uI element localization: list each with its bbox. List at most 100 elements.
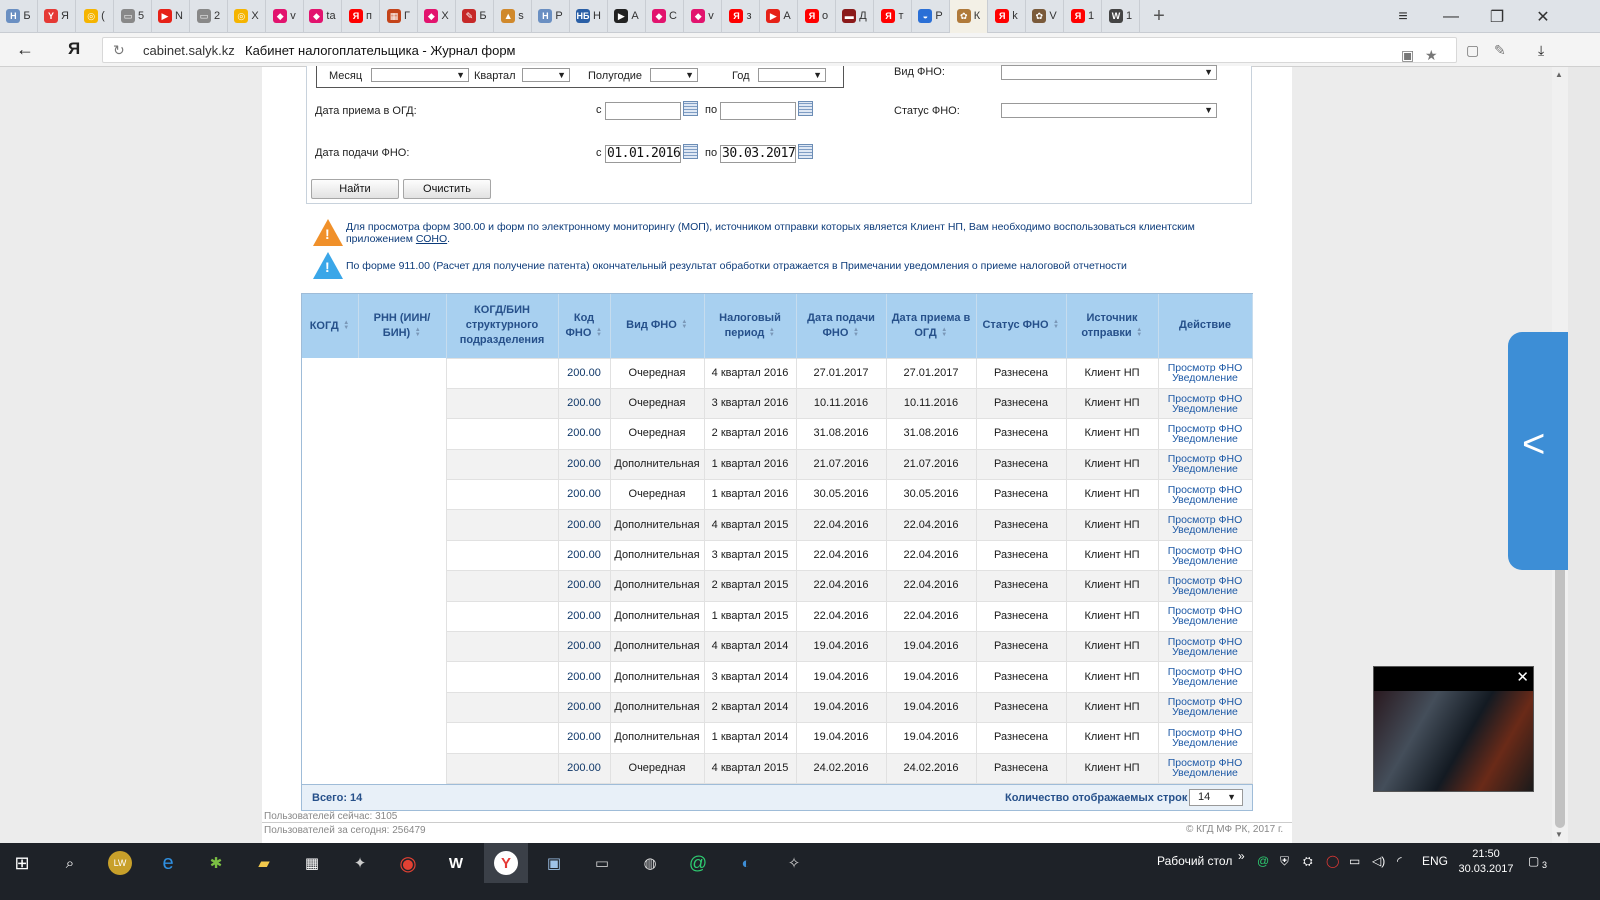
browser-tab[interactable]: ▶ А (608, 0, 646, 33)
explorer-folder-icon[interactable]: ▰ (252, 851, 276, 875)
notification-link[interactable]: Уведомление (1159, 586, 1252, 597)
word-icon[interactable]: W (444, 851, 468, 875)
url-field[interactable]: ↻ cabinet.salyk.kz Кабинет налогоплатель… (102, 37, 1457, 63)
mail-agent-icon[interactable]: @ (686, 851, 710, 875)
reading-list-icon[interactable]: ▢ (1466, 42, 1479, 59)
sort-arrows-icon[interactable]: ▲ ▼ (343, 320, 350, 331)
halfyear-select[interactable]: ▼ (650, 68, 698, 82)
notification-link[interactable]: Уведомление (1159, 555, 1252, 566)
battery-icon[interactable]: ▭ (1349, 854, 1360, 868)
back-arrow-icon[interactable]: ← (16, 39, 34, 60)
android-icon[interactable]: ✱ (204, 851, 228, 875)
extension-pin-icon[interactable]: ✎ (1494, 42, 1506, 59)
sort-arrows-icon[interactable]: ▲ ▼ (941, 327, 948, 338)
column-header[interactable]: Дата подачи ФНО ▲ ▼ (796, 294, 887, 358)
column-header[interactable]: Дата приема в ОГД ▲ ▼ (886, 294, 977, 358)
search-icon[interactable]: ⌕ (58, 851, 82, 875)
volume-icon[interactable]: ◁) (1372, 854, 1385, 868)
notification-link[interactable]: Уведомление (1159, 464, 1252, 475)
notification-link[interactable]: Уведомление (1159, 434, 1252, 445)
terminal-icon[interactable]: ▭ (590, 851, 614, 875)
app-icon[interactable]: ✦ (348, 851, 372, 875)
app-icon[interactable]: ◍ (638, 851, 662, 875)
notification-link[interactable]: Уведомление (1159, 646, 1252, 657)
reload-icon[interactable]: ↻ (113, 42, 125, 59)
app-icon[interactable]: ◐ (734, 851, 758, 875)
browser-tab[interactable]: YЯ (38, 0, 76, 33)
browser-tab[interactable]: ◎( (76, 0, 114, 33)
year-select[interactable]: ▼ (758, 68, 826, 82)
clear-button[interactable]: Очистить (403, 179, 491, 199)
browser-tab[interactable]: ◆ ta (304, 0, 342, 33)
sort-arrows-icon[interactable]: ▲ ▼ (1053, 319, 1060, 330)
calendar-icon[interactable] (798, 144, 813, 159)
browser-tab[interactable]: ◆ С (646, 0, 684, 33)
browser-tab[interactable]: ▭ 5 (114, 0, 152, 33)
notification-link[interactable]: Уведомление (1159, 495, 1252, 506)
column-header[interactable]: РНН (ИИН/ БИН) ▲ ▼ (358, 294, 447, 358)
notification-link[interactable]: Уведомление (1159, 616, 1252, 627)
calendar-icon[interactable] (798, 101, 813, 116)
close-window-icon[interactable]: ✕ (1520, 0, 1566, 33)
browser-tab[interactable]: ▭ 2 (190, 0, 228, 33)
yandex-browser-icon[interactable]: Y (494, 851, 518, 875)
column-header[interactable]: Вид ФНО ▲ ▼ (610, 294, 705, 358)
column-header[interactable]: Источник отправки ▲ ▼ (1066, 294, 1159, 358)
new-tab-icon[interactable]: + (1144, 5, 1174, 28)
chrome-icon[interactable]: ◉ (396, 851, 420, 875)
browser-tab[interactable]: Яз (722, 0, 760, 33)
browser-tab[interactable]: ◎ Х (228, 0, 266, 33)
browser-tab[interactable]: ▶ А (760, 0, 798, 33)
sort-arrows-icon[interactable]: ▲ ▼ (1136, 327, 1143, 338)
edge-icon[interactable]: e (156, 851, 180, 875)
column-header[interactable]: Статус ФНО ▲ ▼ (976, 294, 1067, 358)
notification-link[interactable]: Уведомление (1159, 738, 1252, 749)
browser-tab[interactable]: Яk (988, 0, 1026, 33)
scroll-down-icon[interactable]: ▼ (1555, 830, 1563, 839)
wifi-icon[interactable]: ◜ (1397, 854, 1402, 868)
column-header[interactable]: Налоговый период ▲ ▼ (704, 294, 797, 358)
browser-tab[interactable]: ◆ Х (418, 0, 456, 33)
bookmark-star-icon[interactable]: ★ (1425, 47, 1438, 64)
quarter-select[interactable]: ▼ (522, 68, 570, 82)
yandex-logo[interactable]: Я (68, 39, 80, 59)
video-frame[interactable] (1374, 691, 1533, 791)
sort-arrows-icon[interactable]: ▲ ▼ (414, 327, 421, 338)
clock[interactable]: 21:50 30.03.2017 (1456, 847, 1516, 877)
browser-tab[interactable]: ✿ К (950, 0, 988, 33)
browser-tab[interactable]: ✿ V (1026, 0, 1064, 33)
browser-tab[interactable]: НБ Н (570, 0, 608, 33)
browser-tab[interactable]: ▲ s (494, 0, 532, 33)
browser-tab[interactable]: ◆ v (266, 0, 304, 33)
sono-link[interactable]: СОНО (416, 233, 447, 245)
windows-start-icon[interactable]: ⊞ (10, 851, 34, 875)
scroll-up-icon[interactable]: ▲ (1555, 70, 1563, 79)
calendar-icon[interactable] (683, 101, 698, 116)
rows-count-select[interactable]: 14 ▼ (1189, 788, 1243, 806)
app-icon[interactable]: ✧ (782, 851, 806, 875)
column-header[interactable]: Код ФНО ▲ ▼ (558, 294, 611, 358)
sort-arrows-icon[interactable]: ▲ ▼ (681, 319, 688, 330)
store-icon[interactable]: ▦ (300, 851, 324, 875)
notification-link[interactable]: Уведомление (1159, 707, 1252, 718)
extension-icon[interactable]: ▣ (1401, 47, 1414, 64)
browser-tab[interactable]: ▶ N (152, 0, 190, 33)
video-popup[interactable]: ✕ (1373, 666, 1534, 792)
browser-tab[interactable]: Яо (798, 0, 836, 33)
notification-link[interactable]: Уведомление (1159, 677, 1252, 688)
download-icon[interactable]: ⤓ (1538, 42, 1544, 59)
restore-icon[interactable]: ❐ (1474, 0, 1520, 33)
browser-tab[interactable]: ▬ Д (836, 0, 874, 33)
submit-from-input[interactable]: 01.01.2016 (605, 145, 681, 163)
language-indicator[interactable]: ENG (1422, 854, 1448, 868)
calendar-icon[interactable] (683, 144, 698, 159)
submit-to-input[interactable]: 30.03.2017 (720, 145, 796, 163)
browser-tab[interactable]: НР (532, 0, 570, 33)
desktop-label[interactable]: Рабочий стол (1157, 854, 1232, 868)
receipt-to-input[interactable] (720, 102, 796, 120)
fno-type-select[interactable]: ▼ (1001, 65, 1217, 80)
shield-icon[interactable]: ⛨ (1280, 854, 1289, 869)
browser-tab[interactable]: Яп (342, 0, 380, 33)
month-select[interactable]: ▼ (371, 68, 469, 82)
side-panel-tab[interactable]: < (1508, 332, 1568, 570)
